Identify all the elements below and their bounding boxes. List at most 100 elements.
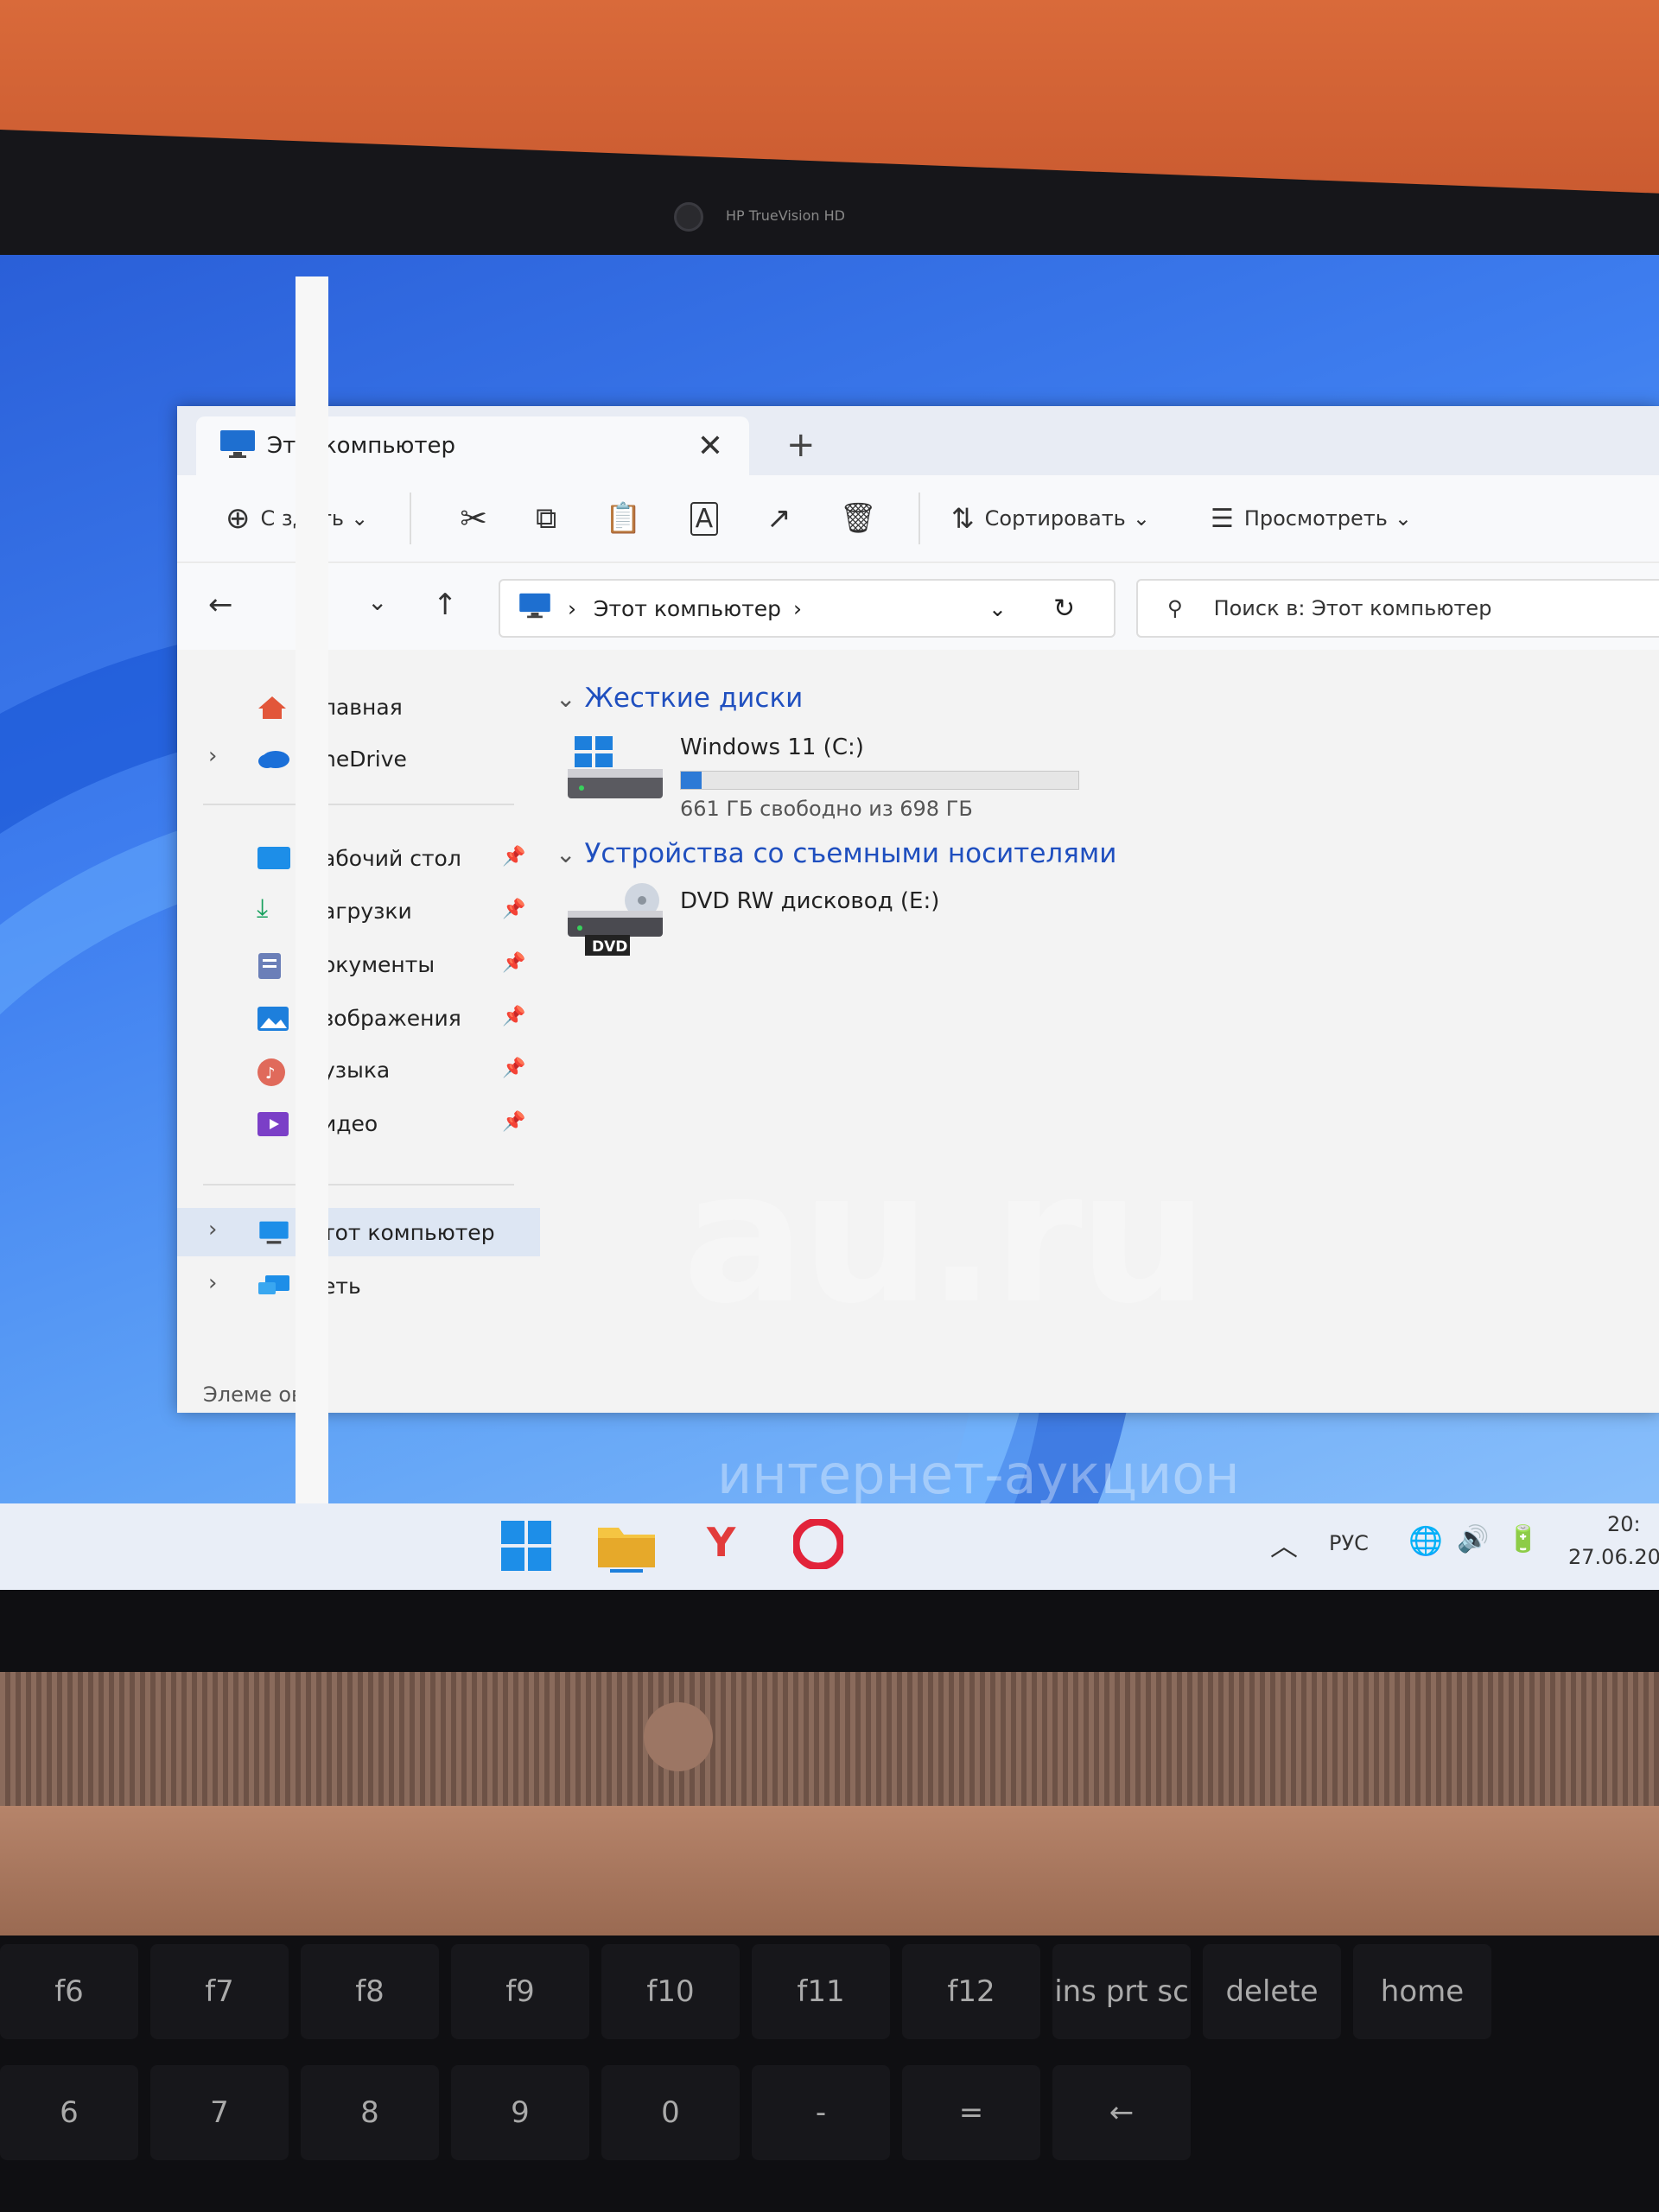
drive-usage-fill	[681, 772, 702, 789]
rename-icon: A	[690, 501, 719, 536]
clock-date[interactable]: 27.06.20	[1568, 1545, 1659, 1569]
key[interactable]: 9	[451, 2065, 589, 2160]
expand-chevron-icon[interactable]: ›	[208, 1270, 217, 1296]
drive-item-c[interactable]: Windows 11 (C:) 661 ГБ свободно из 698 Г…	[566, 734, 1171, 821]
copy-button[interactable]: ⧉	[536, 501, 556, 536]
new-tab-icon[interactable]: +	[786, 425, 816, 465]
watermark-subtitle: интернет-аукцион	[717, 1443, 1240, 1506]
key[interactable]: f6	[0, 1944, 138, 2039]
rename-button[interactable]: A	[690, 501, 719, 536]
key[interactable]: ins prt sc	[1052, 1944, 1191, 2039]
group-header-removable[interactable]: ⌄ Устройства со съемными носителями	[556, 838, 1116, 869]
address-dropdown-icon[interactable]: ⌄	[988, 596, 1007, 621]
pin-icon[interactable]: 📌	[502, 1058, 525, 1079]
language-indicator[interactable]: РУС	[1329, 1531, 1369, 1555]
cut-button[interactable]: ✂	[460, 499, 487, 537]
paste-button[interactable]: 📋	[605, 501, 641, 536]
trash-icon: 🗑	[839, 501, 877, 536]
tab-bar: Эт т компьютер ✕ +	[177, 406, 1659, 475]
search-box[interactable]: ⚲ Поиск в: Этот компьютер	[1136, 579, 1659, 638]
file-explorer-taskbar-icon[interactable]	[596, 1519, 657, 1576]
sidebar-divider	[203, 804, 514, 805]
navigation-pane: лавная › neDrive абочий стол 📌 ⤓ агрузки…	[177, 665, 540, 1357]
document-icon	[257, 952, 283, 985]
pin-icon[interactable]: 📌	[502, 1006, 525, 1027]
opera-browser-icon[interactable]	[791, 1517, 845, 1573]
sidebar-item-videos[interactable]: идео 📌	[177, 1099, 540, 1147]
sidebar-item-documents[interactable]: окументы 📌	[177, 940, 540, 988]
navigation-bar: ← ⌄ ↑ › Этот компьютер › ⌄ ↻ ⚲ Поиск в: …	[177, 563, 1659, 650]
drive-usage-bar	[680, 771, 1079, 790]
sidebar-item-label: зображения	[322, 1006, 461, 1031]
drive-name: Windows 11 (C:)	[680, 734, 864, 760]
volume-icon[interactable]: 🔊	[1457, 1524, 1489, 1554]
key[interactable]: f10	[601, 1944, 740, 2039]
share-button[interactable]: ↗	[766, 501, 791, 536]
history-chevron-icon[interactable]: ⌄	[367, 588, 387, 616]
address-bar[interactable]: › Этот компьютер › ⌄ ↻	[499, 579, 1116, 638]
key[interactable]: 6	[0, 2065, 138, 2160]
key[interactable]: f9	[451, 1944, 589, 2039]
home-icon	[257, 695, 288, 726]
desktop-icon	[257, 846, 291, 875]
copy-icon: ⧉	[536, 501, 557, 536]
pin-icon[interactable]: 📌	[502, 952, 525, 974]
drive-item-e[interactable]: DVD DVD RW дисковод (E:)	[566, 881, 1171, 968]
expand-chevron-icon[interactable]: ›	[208, 743, 217, 769]
network-icon	[257, 1274, 291, 1305]
plus-circle-icon: ⊕	[226, 501, 251, 536]
refresh-icon[interactable]: ↻	[1053, 594, 1075, 624]
start-button[interactable]	[499, 1519, 553, 1576]
clock-time[interactable]: 20:	[1607, 1512, 1641, 1536]
expand-chevron-icon[interactable]: ›	[208, 1217, 217, 1243]
key[interactable]: f11	[752, 1944, 890, 2039]
key[interactable]: ←	[1052, 2065, 1191, 2160]
view-button[interactable]: ☰ Просмотреть ⌄	[1211, 504, 1412, 534]
sort-button[interactable]: ⇅ Сортировать ⌄	[951, 502, 1150, 535]
close-tab-icon[interactable]: ✕	[697, 429, 723, 464]
network-globe-icon[interactable]: 🌐	[1408, 1524, 1443, 1557]
key[interactable]: f12	[902, 1944, 1040, 2039]
view-label: Просмотреть	[1243, 506, 1388, 531]
taskbar: Y ︿ РУС 🌐 🔊 🔋 20: 27.06.20	[0, 1503, 1659, 1590]
tray-overflow-icon[interactable]: ︿	[1270, 1524, 1298, 1564]
sidebar-item-music[interactable]: ♪ узыка 📌	[177, 1046, 540, 1094]
group-header-hard-drives[interactable]: ⌄ Жесткие диски	[556, 683, 803, 714]
sidebar-item-this-pc[interactable]: › тот компьютер	[177, 1208, 540, 1256]
sidebar-item-home[interactable]: лавная	[177, 683, 540, 731]
key[interactable]: f8	[301, 1944, 439, 2039]
pin-icon[interactable]: 📌	[502, 846, 525, 868]
search-icon: ⚲	[1167, 596, 1183, 620]
key[interactable]: delete	[1203, 1944, 1341, 2039]
back-arrow-icon[interactable]: ←	[208, 588, 233, 622]
up-arrow-icon[interactable]: ↑	[433, 588, 458, 622]
tab-this-pc[interactable]: Эт т компьютер ✕	[196, 416, 749, 475]
key[interactable]: =	[902, 2065, 1040, 2160]
key[interactable]: 7	[150, 2065, 289, 2160]
sidebar-item-onedrive[interactable]: › neDrive	[177, 734, 540, 783]
sidebar-item-label: neDrive	[322, 747, 407, 772]
key[interactable]: -	[752, 2065, 890, 2160]
breadcrumb-this-pc[interactable]: Этот компьютер	[594, 596, 781, 621]
number-key-row: 6 7 8 9 0 - = ←	[0, 2065, 1659, 2169]
pin-icon[interactable]: 📌	[502, 1111, 525, 1133]
delete-button[interactable]: 🗑	[840, 501, 877, 536]
key[interactable]: home	[1353, 1944, 1491, 2039]
sidebar-item-desktop[interactable]: абочий стол 📌	[177, 834, 540, 882]
sidebar-item-downloads[interactable]: ⤓ агрузки 📌	[177, 887, 540, 935]
camera-label: HP TrueVision HD	[726, 207, 845, 224]
sidebar-item-network[interactable]: › еть	[177, 1262, 540, 1310]
monitor-icon	[219, 429, 257, 463]
yandex-browser-icon[interactable]: Y	[707, 1519, 735, 1566]
sidebar-item-label: тот компьютер	[322, 1220, 495, 1245]
drive-name: DVD RW дисковод (E:)	[680, 888, 940, 914]
screen-glare-stripe	[296, 276, 328, 1521]
sidebar-item-pictures[interactable]: зображения 📌	[177, 994, 540, 1042]
pin-icon[interactable]: 📌	[502, 899, 525, 920]
cloud-icon	[257, 747, 291, 774]
svg-text:♪: ♪	[265, 1065, 276, 1083]
key[interactable]: f7	[150, 1944, 289, 2039]
key[interactable]: 0	[601, 2065, 740, 2160]
key[interactable]: 8	[301, 2065, 439, 2160]
battery-icon[interactable]: 🔋	[1507, 1524, 1539, 1554]
